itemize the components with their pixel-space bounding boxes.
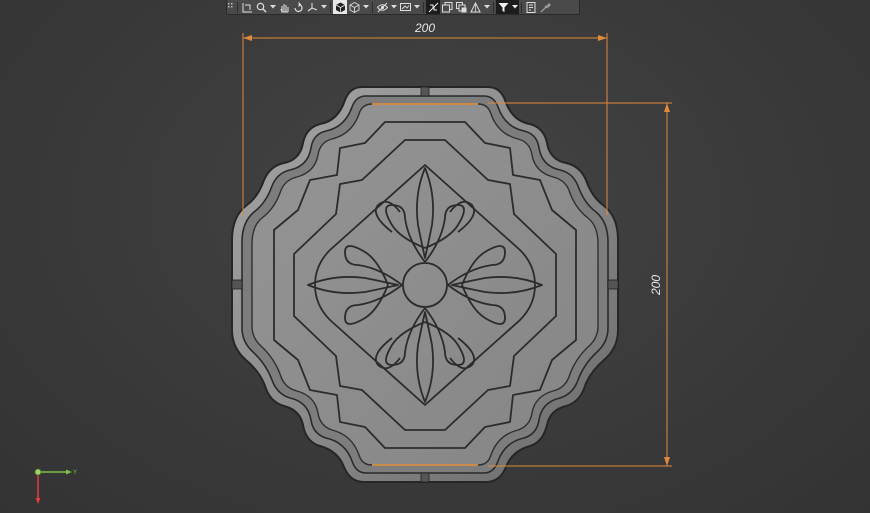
dimension-arrow: [664, 103, 670, 112]
height-dimension-value[interactable]: 200: [649, 275, 663, 296]
dimension-arrow: [664, 457, 670, 466]
tile-part[interactable]: [231, 86, 619, 483]
x-axis-arrow: [66, 469, 72, 475]
y-axis-label: Y: [73, 470, 77, 476]
axis-origin: [34, 468, 42, 476]
axis-triad: Y: [34, 468, 77, 504]
width-dimension-value[interactable]: 200: [414, 21, 435, 35]
dimension-arrow: [598, 35, 607, 41]
y-axis-arrow: [35, 498, 41, 504]
dimension-arrow: [243, 35, 252, 41]
3d-viewport[interactable]: 200 200 Y: [0, 0, 870, 513]
